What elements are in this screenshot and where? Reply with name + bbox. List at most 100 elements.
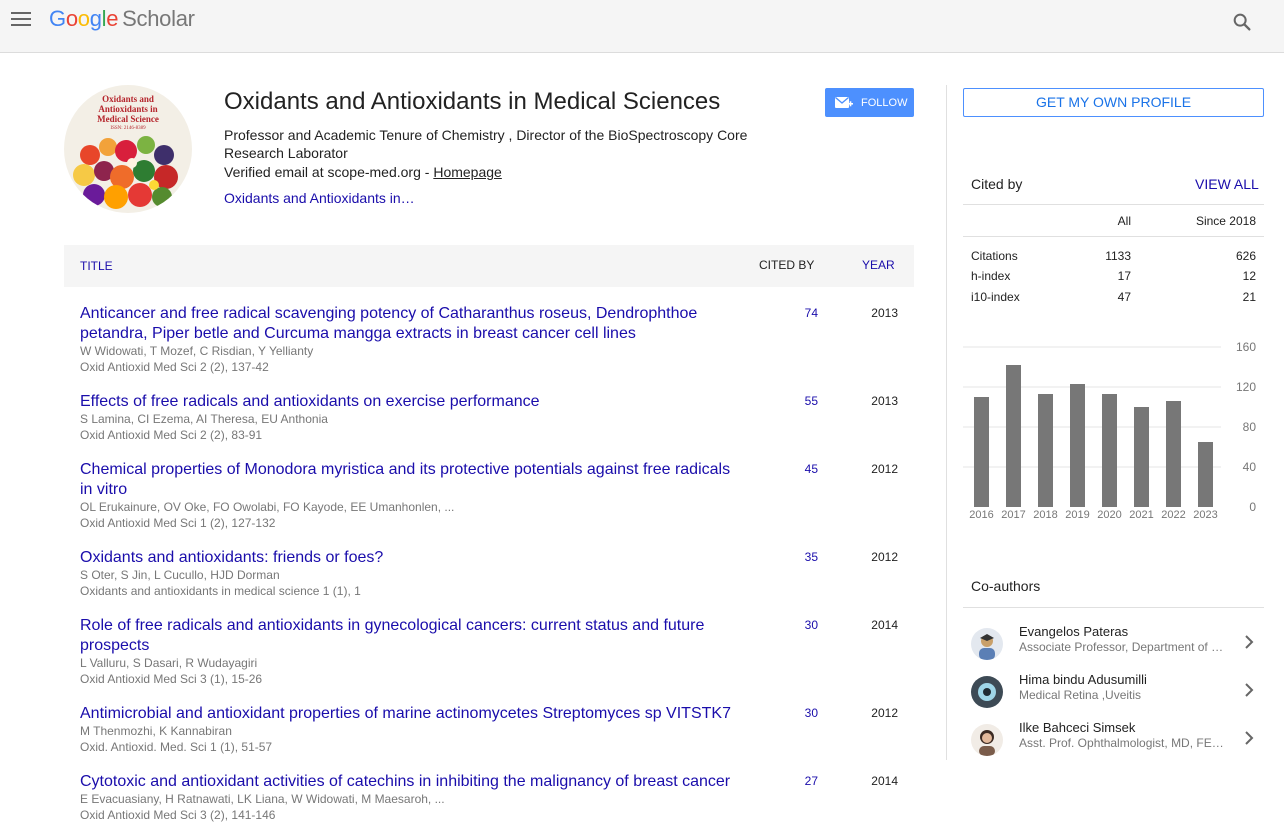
- coauthor-item[interactable]: Evangelos Pateras Associate Professor, D…: [963, 624, 1264, 670]
- y-tick-label: 40: [1243, 460, 1257, 474]
- chart-bar[interactable]: [974, 397, 989, 507]
- chart-bar[interactable]: [1134, 407, 1149, 507]
- y-tick-label: 80: [1243, 420, 1257, 434]
- cited-by-link[interactable]: 45: [764, 462, 818, 476]
- article-venue: Oxid Antioxid Med Sci 2 (2), 83-91: [80, 428, 263, 442]
- cited-by-link[interactable]: 74: [764, 306, 818, 320]
- article-title-link[interactable]: Role of free radicals and antioxidants i…: [80, 616, 740, 656]
- chevron-right-icon[interactable]: [1243, 634, 1255, 650]
- metric-all: 1133: [1105, 249, 1131, 263]
- article-venue: Oxid Antioxid Med Sci 2 (2), 137-42: [80, 360, 269, 374]
- coauthor-avatar: [971, 724, 1003, 756]
- article-title-link[interactable]: Oxidants and antioxidants: friends or fo…: [80, 548, 740, 568]
- coauthor-name[interactable]: Evangelos Pateras: [1019, 624, 1128, 639]
- table-row: Effects of free radicals and antioxidant…: [64, 392, 914, 444]
- divider: [963, 607, 1264, 608]
- article-venue: Oxid. Antioxid. Med. Sci 1 (1), 51-57: [80, 740, 273, 754]
- article-title-link[interactable]: Effects of free radicals and antioxidant…: [80, 392, 740, 412]
- chart-bar[interactable]: [1166, 401, 1181, 507]
- metric-label: i10-index: [971, 290, 1020, 304]
- cited-by-link[interactable]: 35: [764, 550, 818, 564]
- chart-bar[interactable]: [1038, 394, 1053, 507]
- metric-since: 626: [1235, 249, 1256, 263]
- coauthor-desc: Associate Professor, Department of Biome…: [1019, 640, 1225, 654]
- coauthors-heading: Co-authors: [971, 578, 1041, 594]
- view-all-link[interactable]: VIEW ALL: [1195, 176, 1259, 192]
- table-row: Anticancer and free radical scavenging p…: [64, 304, 914, 384]
- article-year: 2013: [871, 306, 898, 320]
- article-year: 2013: [871, 394, 898, 408]
- article-authors: W Widowati, T Mozef, C Risdian, Y Yellia…: [80, 344, 314, 358]
- sort-by-title[interactable]: TITLE: [80, 259, 113, 273]
- x-tick-label: 2018: [1033, 509, 1057, 521]
- y-tick-label: 120: [1236, 380, 1256, 394]
- chart-bar[interactable]: [1198, 442, 1213, 507]
- article-year: 2012: [871, 706, 898, 720]
- divider: [963, 204, 1264, 205]
- article-authors: E Evacuasiany, H Ratnawati, LK Liana, W …: [80, 792, 445, 806]
- x-tick-label: 2022: [1161, 509, 1185, 521]
- cited-by-link[interactable]: 55: [764, 394, 818, 408]
- table-row: Antimicrobial and antioxidant properties…: [64, 704, 914, 756]
- sort-by-cited[interactable]: CITED BY: [759, 258, 814, 272]
- x-tick-label: 2021: [1129, 509, 1153, 521]
- profile-avatar: Oxidants and Antioxidants in Medical Sci…: [64, 85, 192, 213]
- article-year: 2012: [871, 550, 898, 564]
- menu-icon[interactable]: [11, 12, 31, 28]
- table-row: Chemical properties of Monodora myristic…: [64, 460, 914, 540]
- follow-button[interactable]: FOLLOW: [825, 88, 914, 117]
- coauthor-item[interactable]: Hima bindu Adusumilli Medical Retina ,Uv…: [963, 672, 1264, 718]
- column-divider: [946, 85, 947, 760]
- coauthor-desc: Asst. Prof. Ophthalmologist, MD, FEBO: [1019, 736, 1225, 750]
- research-interest-link[interactable]: Oxidants and Antioxidants in…: [224, 190, 415, 206]
- article-title-link[interactable]: Chemical properties of Monodora myristic…: [80, 460, 740, 500]
- cited-by-link[interactable]: 30: [764, 706, 818, 720]
- table-row: Cytotoxic and antioxidant activities of …: [64, 772, 914, 824]
- chevron-right-icon[interactable]: [1243, 730, 1255, 746]
- get-my-own-profile-button[interactable]: GET MY OWN PROFILE: [963, 88, 1264, 117]
- article-venue: Oxid Antioxid Med Sci 1 (2), 127-132: [80, 516, 276, 530]
- table-row: Role of free radicals and antioxidants i…: [64, 616, 914, 696]
- coauthor-name[interactable]: Hima bindu Adusumilli: [1019, 672, 1147, 687]
- article-year: 2014: [871, 774, 898, 788]
- metric-since: 12: [1242, 269, 1256, 283]
- metric-since: 21: [1242, 290, 1256, 304]
- divider: [963, 236, 1264, 237]
- top-bar: Google Scholar: [0, 0, 1284, 53]
- article-title-link[interactable]: Cytotoxic and antioxidant activities of …: [80, 772, 740, 792]
- chart-bar[interactable]: [1102, 394, 1117, 507]
- sort-by-year[interactable]: YEAR: [862, 258, 895, 272]
- cited-by-link[interactable]: 30: [764, 618, 818, 632]
- x-tick-label: 2016: [969, 509, 993, 521]
- chevron-right-icon[interactable]: [1243, 682, 1255, 698]
- avatar-fruit-art: [73, 136, 178, 209]
- cited-by-heading: Cited by: [971, 176, 1023, 192]
- x-tick-label: 2019: [1065, 509, 1089, 521]
- coauthor-item[interactable]: Ilke Bahceci Simsek Asst. Prof. Ophthalm…: [963, 720, 1264, 766]
- article-venue: Oxid Antioxid Med Sci 3 (2), 141-146: [80, 808, 276, 822]
- article-title-link[interactable]: Antimicrobial and antioxidant properties…: [80, 704, 740, 724]
- article-authors: M Thenmozhi, K Kannabiran: [80, 724, 232, 738]
- article-venue: Oxidants and antioxidants in medical sci…: [80, 584, 361, 598]
- metric-all: 17: [1117, 269, 1131, 283]
- coauthor-name[interactable]: Ilke Bahceci Simsek: [1019, 720, 1135, 735]
- chart-bar[interactable]: [1006, 365, 1021, 507]
- search-icon[interactable]: [1231, 11, 1253, 33]
- y-tick-label: 0: [1249, 500, 1256, 514]
- article-authors: S Oter, S Jin, L Cucullo, HJD Dorman: [80, 568, 280, 582]
- chart-bar[interactable]: [1070, 384, 1085, 507]
- article-year: 2012: [871, 462, 898, 476]
- profile-email: Verified email at scope-med.org - Homepa…: [224, 164, 502, 180]
- cited-by-link[interactable]: 27: [764, 774, 818, 788]
- google-scholar-logo[interactable]: Google Scholar: [49, 6, 195, 32]
- homepage-link[interactable]: Homepage: [433, 164, 502, 180]
- citations-bar-chart: 160 120 80 40 0 2016 2017 2018 2019 2020 2021 2022 2…: [963, 340, 1257, 521]
- x-tick-label: 2017: [1001, 509, 1025, 521]
- y-tick-label: 160: [1236, 340, 1256, 354]
- article-title-link[interactable]: Anticancer and free radical scavenging p…: [80, 304, 740, 344]
- mail-plus-icon: [835, 96, 853, 108]
- metric-label: Citations: [971, 249, 1018, 263]
- profile-affiliation: Professor and Academic Tenure of Chemist…: [224, 127, 748, 161]
- article-authors: L Valluru, S Dasari, R Wudayagiri: [80, 656, 258, 670]
- metric-all: 47: [1117, 290, 1131, 304]
